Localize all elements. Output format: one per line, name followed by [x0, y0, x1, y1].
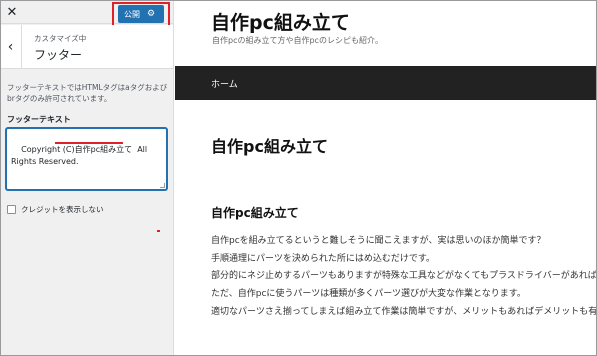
text-underline-annotation	[55, 142, 123, 144]
hide-credit-checkbox[interactable]	[7, 205, 16, 214]
paragraph-line: ただ、自作pcに使うパーツは種類が多くパーツ選びが大変な作業となります。	[211, 289, 526, 300]
footer-text-field[interactable]: Copyright (C)自作pc組み立て All Rights Reserve…	[6, 128, 167, 190]
nav-bar: ホーム	[175, 66, 596, 100]
site-title[interactable]: 自作pc組み立て	[211, 8, 350, 35]
paragraph-line: 適切なパーツさえ揃ってしまえば組み立て作業は簡単ですが、メリットもあればデメリッ…	[211, 306, 596, 317]
section-title: フッター	[34, 48, 83, 62]
paragraph-line: 手順通理にパーツを決められた所にはめ込むだけです。	[211, 253, 435, 264]
site-tagline: 自作pcの組み立て方や自作pcのレシピも紹介。	[212, 36, 383, 45]
paragraph-line: 部分的にネジ止めするパーツもありますが特殊な工具などがなくてもプラスドライバーが…	[211, 271, 596, 282]
close-button[interactable]: ✕	[0, 0, 24, 24]
hide-credit-label: クレジットを表示しない	[21, 205, 104, 214]
hide-credit-option[interactable]: クレジットを表示しない	[7, 204, 104, 215]
annotation-mark	[157, 230, 160, 232]
site-preview: 自作pc組み立て 自作pcの組み立て方や自作pcのレシピも紹介。 ホーム 自作p…	[175, 0, 596, 356]
footer-text-label: フッターテキスト	[7, 115, 71, 124]
chevron-left-icon: ‹	[7, 39, 14, 55]
field-description: フッターテキストではHTMLタグはaタグおよびbrタグのみ許可されています。	[7, 83, 168, 103]
customizing-label: カスタマイズ中	[34, 34, 87, 43]
section-header: ‹ カスタマイズ中 フッター	[0, 25, 173, 69]
close-icon: ✕	[6, 4, 18, 20]
resize-handle[interactable]	[160, 183, 165, 188]
post-title: 自作pc組み立て	[211, 137, 328, 156]
post-body: 自作pcを組み立てるというと難しそうに聞こえますが、実は思いのほか簡単です？ 手…	[211, 233, 596, 322]
customizer-panel: ✕ 公開 ⚙ ‹ カスタマイズ中 フッター フッターテキストではHTMLタグはa…	[0, 0, 174, 356]
nav-item-home[interactable]: ホーム	[211, 66, 238, 100]
paragraph-line: 自作pcを組み立てるというと難しそうに聞こえますが、実は思いのほか簡単です？	[211, 236, 546, 246]
back-button[interactable]: ‹	[0, 25, 22, 69]
footer-text-value: Copyright (C)自作pc組み立て All Rights Reserve…	[11, 145, 150, 166]
post-heading: 自作pc組み立て	[211, 206, 299, 220]
